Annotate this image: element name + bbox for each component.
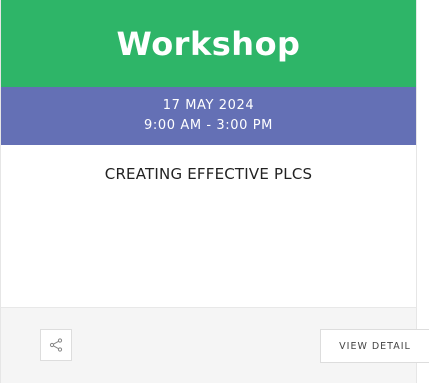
event-date: 17 MAY 2024	[162, 98, 255, 113]
share-button[interactable]	[40, 329, 72, 361]
event-card: Workshop 17 MAY 2024 9:00 AM - 3:00 PM C…	[0, 0, 429, 383]
share-icon	[49, 338, 63, 352]
event-time: 9:00 AM - 3:00 PM	[144, 118, 273, 133]
event-type-title: Workshop	[116, 24, 301, 63]
event-type-header: Workshop	[1, 0, 416, 87]
event-title: CREATING EFFECTIVE PLCS	[104, 165, 313, 183]
view-detail-button[interactable]: VIEW DETAIL	[320, 329, 429, 363]
event-date-bar: 17 MAY 2024 9:00 AM - 3:00 PM	[1, 87, 416, 145]
card-footer: VIEW DETAIL	[1, 307, 429, 383]
